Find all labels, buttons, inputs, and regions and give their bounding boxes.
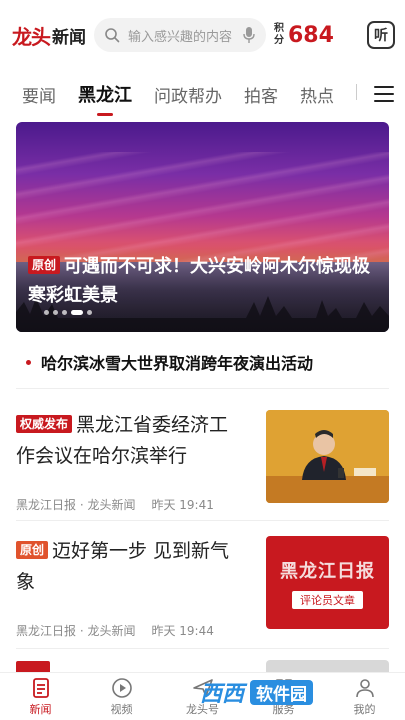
news-source: 黑龙江日报 · 龙头新闻 xyxy=(16,498,136,512)
divider xyxy=(16,648,389,649)
banner-caption[interactable]: 原创 可遇而不可求！大兴安岭阿木尔惊现极寒彩虹美景 xyxy=(28,252,380,310)
news-title: 权威发布 黑龙江省委经济工作会议在哈尔滨举行 xyxy=(16,410,246,472)
news-source: 黑龙江日报 · 龙头新闻 xyxy=(16,624,136,638)
tab-hot[interactable]: 热点 xyxy=(300,82,334,107)
service-icon xyxy=(274,678,293,697)
points-label-top: 积 xyxy=(274,23,284,34)
carousel-indicator xyxy=(44,310,96,315)
app-logo[interactable]: 龙头 新闻 xyxy=(12,20,86,50)
carousel-dot xyxy=(62,310,67,315)
nav-label: 我的 xyxy=(353,702,376,716)
news-meta: 黑龙江日报 · 龙头新闻 昨天 19:41 xyxy=(16,496,214,513)
flash-headline[interactable]: 哈尔滨冰雪大世界取消跨年夜演出活动 xyxy=(26,350,386,374)
flash-headline-text: 哈尔滨冰雪大世界取消跨年夜演出活动 xyxy=(41,354,314,373)
listen-icon: 听 xyxy=(374,28,388,44)
banner-carousel[interactable]: 原创 可遇而不可求！大兴安岭阿木尔惊现极寒彩虹美景 xyxy=(16,122,389,332)
points-label: 积 分 xyxy=(274,23,284,47)
thumbnail-subtitle: 评论员文章 xyxy=(292,590,363,609)
speaker-photo xyxy=(266,410,389,503)
banner-title: 可遇而不可求！大兴安岭阿木尔惊现极寒彩虹美景 xyxy=(28,256,371,306)
news-item[interactable]: 权威发布 黑龙江省委经济工作会议在哈尔滨举行 黑龙江日报 · 龙头新闻 昨天 19:… xyxy=(16,410,389,535)
video-icon xyxy=(111,677,132,698)
carousel-dot-active xyxy=(71,310,83,315)
search-icon xyxy=(105,28,120,43)
tab-photographer[interactable]: 拍客 xyxy=(244,82,278,107)
news-time: 昨天 19:41 xyxy=(151,498,214,512)
authority-tag: 权威发布 xyxy=(16,415,73,433)
news-icon xyxy=(32,677,49,698)
profile-icon xyxy=(355,678,374,697)
paper-plane-icon xyxy=(192,678,213,697)
carousel-dot xyxy=(44,310,49,315)
news-meta: 黑龙江日报 · 龙头新闻 昨天 19:44 xyxy=(16,622,214,639)
nav-service[interactable]: 服务 xyxy=(243,673,324,720)
news-thumbnail xyxy=(266,410,389,503)
carousel-dot xyxy=(87,310,92,315)
nav-profile[interactable]: 我的 xyxy=(324,673,405,720)
menu-icon[interactable] xyxy=(374,86,394,102)
nav-news[interactable]: 新闻 xyxy=(0,673,81,720)
carousel-dot xyxy=(53,310,58,315)
nav-label: 视频 xyxy=(110,702,133,716)
points-label-bottom: 分 xyxy=(274,35,284,46)
bottom-nav: 新闻 视频 龙头号 服务 我的 xyxy=(0,672,405,720)
microphone-icon[interactable] xyxy=(242,26,256,44)
original-tag: 原创 xyxy=(28,256,61,274)
news-thumbnail: 黑龙江日报 评论员文章 xyxy=(266,536,389,629)
tab-heilongjiang[interactable]: 黑龙江 xyxy=(78,81,132,107)
nav-video[interactable]: 视频 xyxy=(81,673,162,720)
app-header: 龙头 新闻 输入感兴趣的内容 积 分 684 听 xyxy=(0,0,405,70)
bullet-icon xyxy=(26,359,31,365)
logo-text: 新闻 xyxy=(52,27,86,48)
tab-inquiry[interactable]: 问政帮办 xyxy=(154,82,222,107)
points-display[interactable]: 积 分 684 xyxy=(274,23,334,48)
listen-button[interactable]: 听 xyxy=(367,21,395,49)
nav-label: 服务 xyxy=(272,702,295,716)
news-title: 原创 迈好第一步 见到新气象 xyxy=(16,536,246,598)
news-item[interactable]: 原创 迈好第一步 见到新气象 黑龙江日报 · 龙头新闻 昨天 19:44 黑龙江日报… xyxy=(16,536,389,661)
tab-divider xyxy=(356,84,357,100)
thumbnail-masthead: 黑龙江日报 xyxy=(280,560,375,582)
search-input[interactable]: 输入感兴趣的内容 xyxy=(128,26,242,45)
divider xyxy=(16,388,389,389)
divider xyxy=(16,520,389,521)
nav-label: 新闻 xyxy=(29,702,52,716)
search-bar[interactable]: 输入感兴趣的内容 xyxy=(94,18,266,52)
original-tag: 原创 xyxy=(16,541,49,559)
nav-dragon-head[interactable]: 龙头号 xyxy=(162,673,243,720)
nav-label: 龙头号 xyxy=(186,702,219,716)
tab-headlines[interactable]: 要闻 xyxy=(22,82,56,107)
logo-mark: 龙头 xyxy=(12,24,51,49)
channel-tabs: 要闻 黑龙江 问政帮办 拍客 热点 xyxy=(0,70,405,118)
points-value: 684 xyxy=(288,22,334,48)
news-time: 昨天 19:44 xyxy=(151,624,214,638)
